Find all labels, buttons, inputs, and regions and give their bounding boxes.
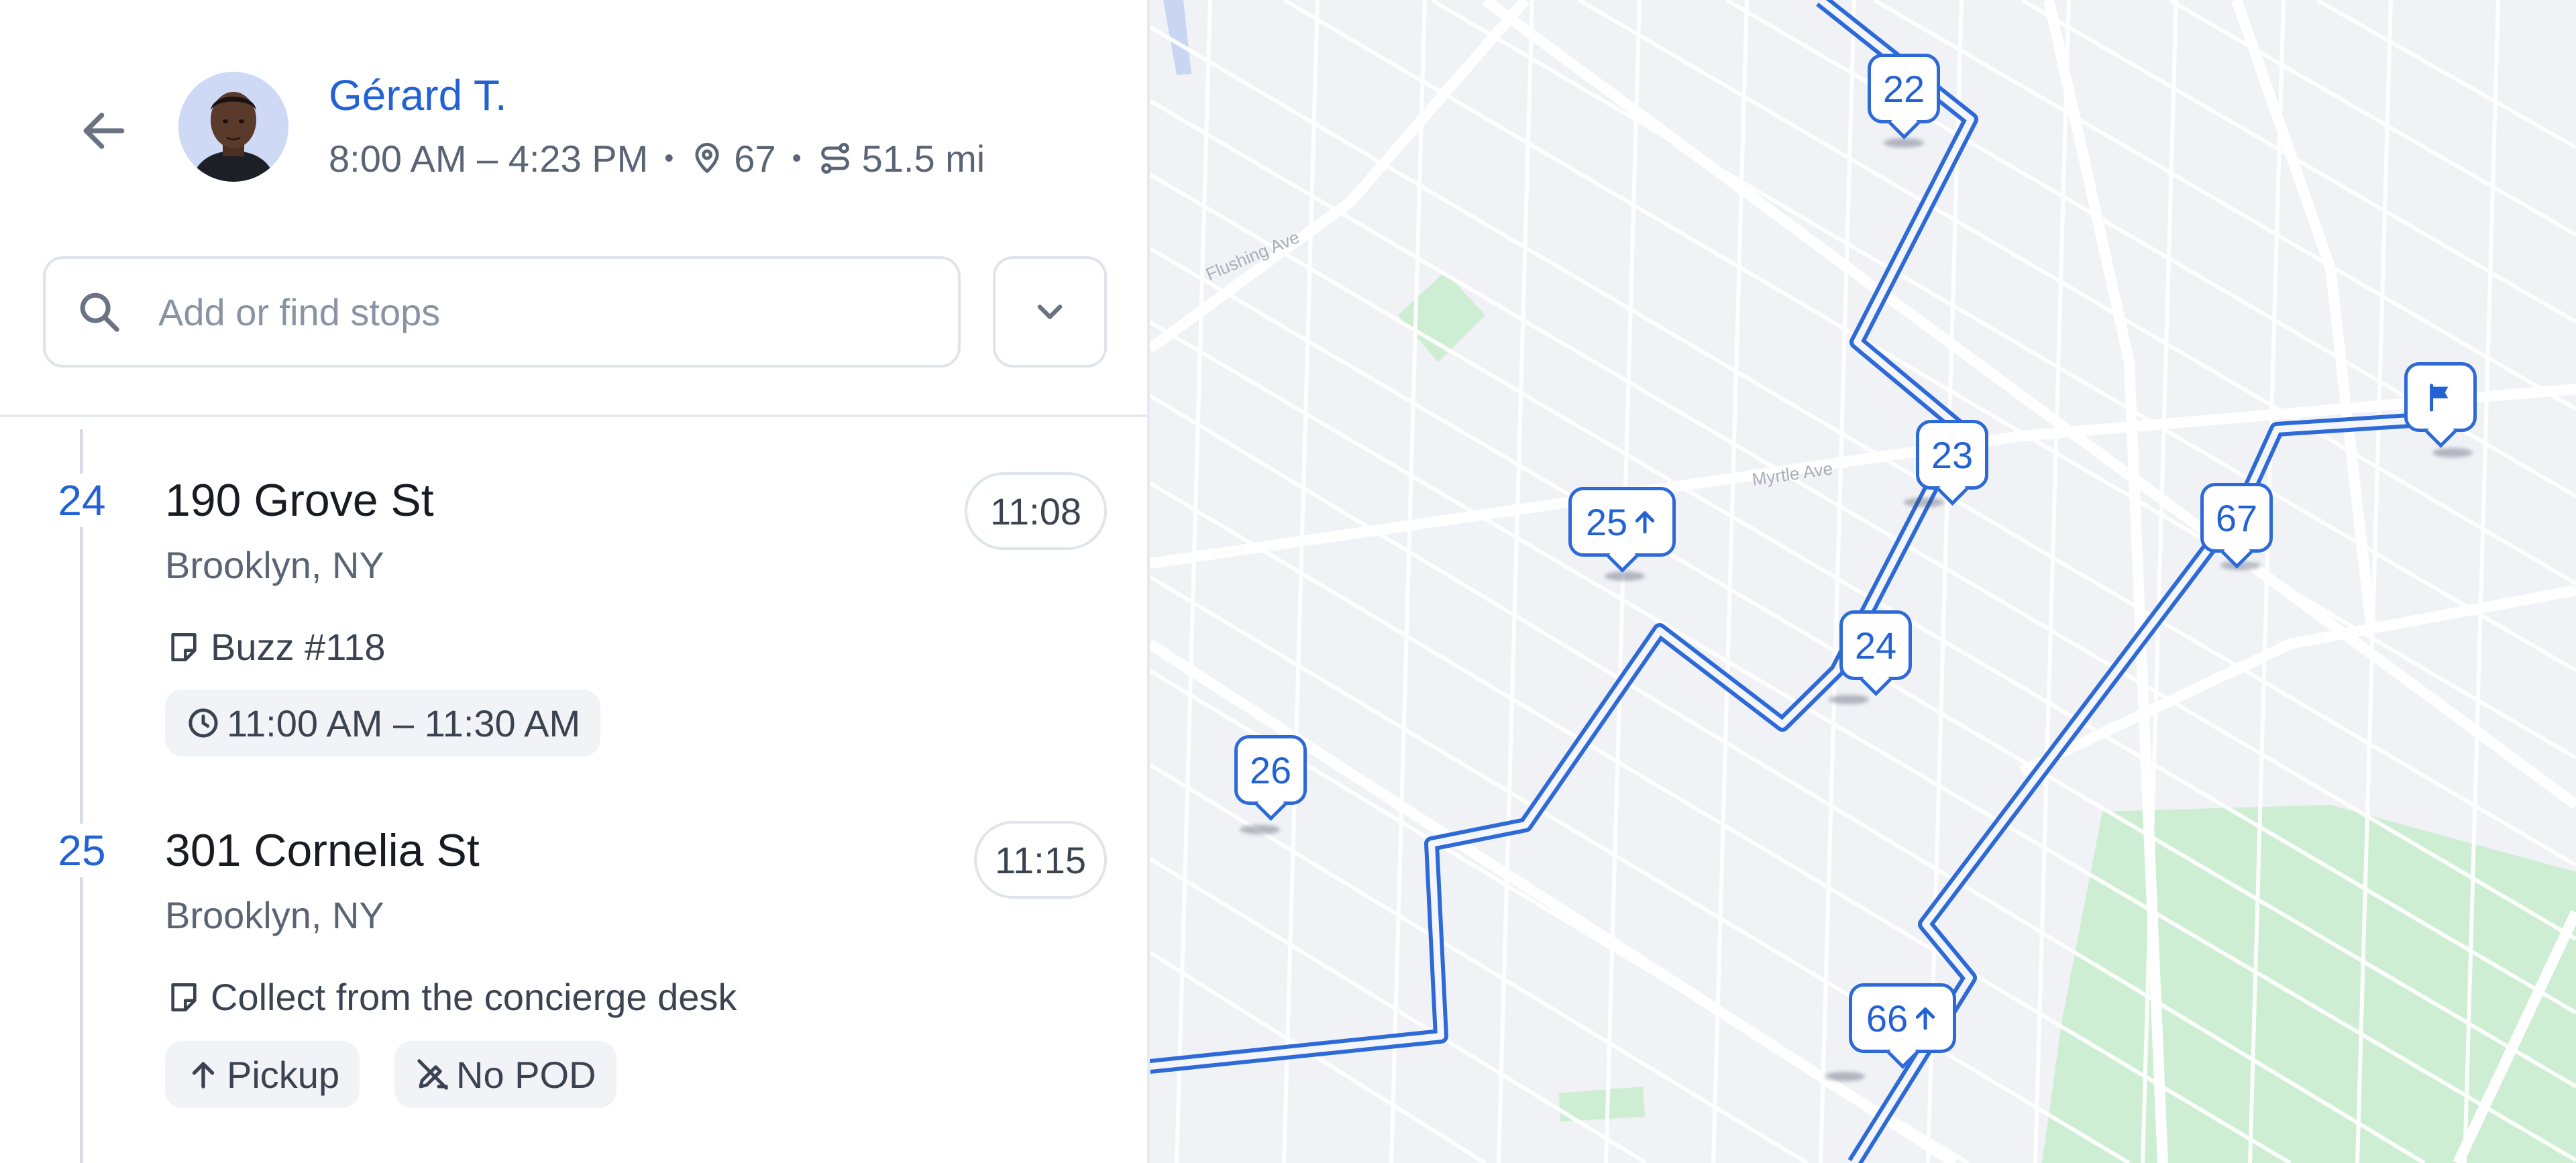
search-icon <box>72 285 126 339</box>
pickup-label: Pickup <box>227 1053 340 1096</box>
map-marker-66[interactable]: 66 <box>1849 983 1956 1053</box>
route-map[interactable]: Flushing Ave Myrtle Ave 22 23 25 24 26 6… <box>1150 0 2576 1163</box>
pickup-chip: Pickup <box>165 1041 360 1108</box>
chevron-down-icon <box>1037 304 1063 319</box>
marker-label: 67 <box>2215 496 2258 539</box>
note-icon <box>171 633 197 661</box>
map-marker-23[interactable]: 23 <box>1916 420 1988 490</box>
park-area <box>1398 272 1485 362</box>
map-marker-25[interactable]: 25 <box>1568 487 1676 557</box>
map-marker-67[interactable]: 67 <box>2200 483 2273 553</box>
flag-icon <box>2430 384 2449 412</box>
marker-shadow <box>2432 448 2473 457</box>
marker-label: 24 <box>1854 624 1897 667</box>
marker-label: 25 <box>1585 500 1628 543</box>
map-marker-26[interactable]: 26 <box>1234 735 1307 805</box>
stop-count: 67 <box>734 137 776 180</box>
map-marker-24[interactable]: 24 <box>1839 610 1912 680</box>
park-area <box>2042 805 2576 1163</box>
eta-pill: 11:08 <box>965 472 1107 550</box>
marker-label: 23 <box>1931 433 1974 476</box>
shift-time: 8:00 AM – 4:23 PM <box>329 137 649 180</box>
separator-dot: • <box>792 143 802 173</box>
app-root: Gérard T. 8:00 AM – 4:23 PM • 67 • 51.5 … <box>0 0 2576 1163</box>
header-divider <box>0 414 1150 417</box>
stop-note-text: Buzz #118 <box>211 626 386 668</box>
marker-label: 66 <box>1866 997 1909 1040</box>
search-box[interactable] <box>43 256 961 368</box>
pickup-arrow-icon <box>1912 1003 1939 1033</box>
filter-dropdown-button[interactable] <box>993 256 1107 368</box>
no-camera-icon <box>417 1059 448 1090</box>
avatar-image <box>178 72 288 182</box>
marker-shadow <box>1240 825 1280 834</box>
no-pod-chip: No POD <box>394 1041 616 1108</box>
arrow-left-icon <box>83 113 125 149</box>
note-icon <box>171 983 197 1011</box>
route-icon <box>820 143 849 174</box>
route-panel: Gérard T. 8:00 AM – 4:23 PM • 67 • 51.5 … <box>0 0 1150 1163</box>
driver-avatar <box>178 72 288 182</box>
map-marker-end[interactable] <box>2404 362 2477 432</box>
time-window-chip: 11:00 AM – 11:30 AM <box>165 689 601 757</box>
map-marker-22[interactable]: 22 <box>1868 54 1940 123</box>
driver-name: Gérard T. <box>329 71 507 119</box>
clock-icon <box>189 708 218 738</box>
stop-number: 25 <box>44 824 119 877</box>
search-input[interactable] <box>157 289 898 335</box>
eta-pill: 11:15 <box>974 821 1107 899</box>
separator-dot: • <box>664 143 674 173</box>
marker-label: 22 <box>1882 67 1925 110</box>
marker-shadow <box>1904 498 1944 507</box>
marker-shadow <box>1825 1072 1865 1081</box>
arrow-up-icon <box>192 1062 215 1089</box>
stop-street: 301 Cornelia St <box>165 825 480 876</box>
marker-shadow <box>1829 695 1869 704</box>
no-pod-label: No POD <box>456 1053 596 1096</box>
marker-shadow <box>1605 571 1645 581</box>
route-summary: 8:00 AM – 4:23 PM • 67 • 51.5 mi <box>329 131 985 185</box>
timeline-line <box>80 429 83 1163</box>
stop-note-text: Collect from the concierge desk <box>211 976 737 1018</box>
stop-city: Brooklyn, NY <box>165 544 384 586</box>
time-window-label: 11:00 AM – 11:30 AM <box>227 702 581 744</box>
stop-street: 190 Grove St <box>165 475 434 526</box>
stop-note: Buzz #118 <box>165 624 385 671</box>
pickup-arrow-icon <box>1631 507 1658 537</box>
back-button[interactable] <box>67 94 141 168</box>
map-pin-icon <box>695 143 719 173</box>
marker-label: 26 <box>1249 749 1292 791</box>
route-distance: 51.5 mi <box>861 137 985 180</box>
stop-city: Brooklyn, NY <box>165 894 384 936</box>
stop-note: Collect from the concierge desk <box>165 974 737 1021</box>
stop-number: 24 <box>44 474 119 527</box>
